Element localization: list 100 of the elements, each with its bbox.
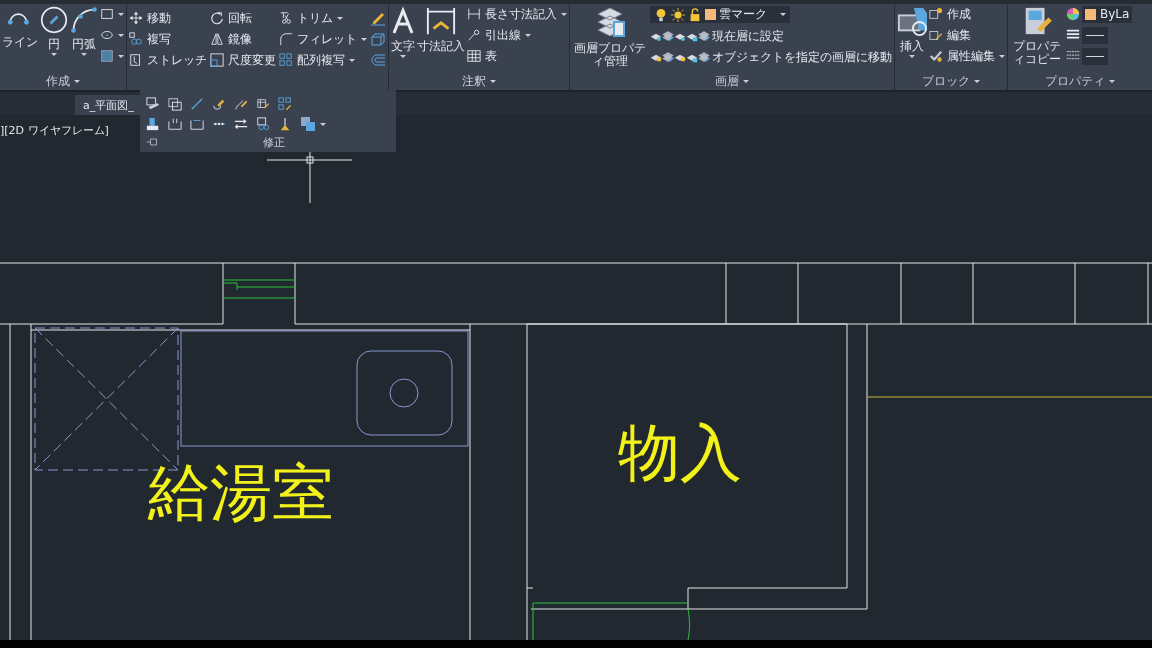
rectangle-icon xyxy=(100,7,114,21)
tool-button[interactable]: 尺度変更 xyxy=(210,52,276,68)
grid-icon xyxy=(279,53,293,67)
sun-icon xyxy=(671,7,685,22)
caret-icon xyxy=(400,55,406,58)
icon-button[interactable] xyxy=(300,116,326,132)
tool-button[interactable]: プロパティコピー xyxy=(1010,6,1064,66)
lineweight-dropdown[interactable] xyxy=(1082,26,1108,44)
brush-icon xyxy=(278,117,292,131)
layer-dropdown[interactable]: 雲マーク xyxy=(650,6,790,23)
icon-button[interactable] xyxy=(146,96,160,112)
tool-button[interactable]: 鏡像 xyxy=(210,31,276,47)
dimension-icon xyxy=(426,6,456,36)
icon-button[interactable] xyxy=(662,49,674,65)
room-label: 物入 xyxy=(618,422,742,484)
pin-icon xyxy=(146,136,158,148)
tool-button[interactable]: 円 xyxy=(40,6,68,56)
caret-icon xyxy=(743,79,749,83)
caret-icon xyxy=(51,53,57,56)
stretch-box-icon xyxy=(129,53,143,67)
icon-button[interactable] xyxy=(370,31,386,47)
icon-button[interactable] xyxy=(256,116,270,132)
bracket-icon xyxy=(190,117,204,131)
tool-button[interactable]: ストレッチ xyxy=(129,52,207,68)
tool-button[interactable]: 属性編集 xyxy=(929,48,1005,64)
tool-button[interactable]: 寸法記入 xyxy=(417,6,465,53)
icon-button[interactable] xyxy=(370,10,386,26)
tool-button[interactable]: 画層プロパティ管理 xyxy=(572,6,648,68)
tool-button[interactable]: 複写 xyxy=(129,31,207,47)
panel-title-button[interactable]: ブロック xyxy=(922,73,980,89)
tool-button[interactable]: 挿入 xyxy=(897,6,927,58)
icon-button[interactable] xyxy=(278,116,292,132)
tool-button[interactable]: オブジェクトを指定の画層に移動 xyxy=(698,49,892,65)
tool-button[interactable]: 移動 xyxy=(129,10,207,26)
layer-sheets-icon xyxy=(698,30,710,42)
tool-button[interactable]: 作成 xyxy=(929,6,1005,22)
linetype-dropdown[interactable] xyxy=(1082,47,1108,65)
ellipse-icon xyxy=(100,28,114,42)
four-arrows-icon xyxy=(129,11,143,25)
lightbulb-icon xyxy=(654,7,668,22)
block-star-icon xyxy=(929,7,943,21)
panel-title-button[interactable]: 画層 xyxy=(715,73,749,89)
caret-icon xyxy=(81,53,87,56)
icon-button[interactable] xyxy=(100,6,124,22)
panel-title-button[interactable]: プロパティ xyxy=(1045,73,1115,89)
tool-button[interactable]: 円弧 xyxy=(70,6,98,56)
linear-dimension-icon xyxy=(467,7,481,21)
color-wheel-icon xyxy=(1066,7,1080,21)
overlapping-boxes-icon xyxy=(168,97,182,111)
tool-button[interactable]: 表 xyxy=(467,48,567,64)
caret-icon xyxy=(1109,79,1115,83)
pencil-curve-icon xyxy=(234,97,248,111)
caret-icon xyxy=(320,122,326,126)
swap-arrows-icon xyxy=(234,117,248,131)
layer-sheets-icon xyxy=(698,51,710,63)
diagonal-line-icon xyxy=(190,97,204,111)
icon-button[interactable] xyxy=(168,96,182,112)
tool-button[interactable]: 長さ寸法記入 xyxy=(467,6,567,22)
cube-icon xyxy=(370,31,386,47)
caret-icon xyxy=(999,54,1005,58)
pencil-icon xyxy=(370,10,386,26)
overlapping-squares-icon xyxy=(300,116,316,132)
caret-icon xyxy=(118,54,124,58)
file-tab[interactable]: a_平面図_ xyxy=(75,95,142,115)
caret-icon xyxy=(525,33,531,37)
checkmark-icon xyxy=(929,49,943,63)
tool-button[interactable]: 回転 xyxy=(210,10,276,26)
caret-icon xyxy=(490,79,496,83)
block-pencil-icon xyxy=(929,28,943,42)
box-circles-icon xyxy=(256,117,270,131)
icon-button[interactable] xyxy=(190,96,204,112)
circle-icon xyxy=(40,6,68,34)
crosshair-cursor-icon xyxy=(266,151,353,204)
insert-block-icon xyxy=(897,6,927,36)
bracket-icon xyxy=(168,117,182,131)
offset-curves-icon xyxy=(370,52,386,68)
rounded-corner-icon xyxy=(279,32,293,46)
panel-title-button[interactable]: 作成 xyxy=(46,73,80,89)
table-icon xyxy=(467,49,481,63)
tool-button[interactable]: トリム xyxy=(279,10,367,26)
icon-button[interactable] xyxy=(662,28,674,44)
tool-button[interactable]: 文字 xyxy=(391,6,415,58)
hatch-pencil-icon xyxy=(256,97,270,111)
tool-button[interactable]: 編集 xyxy=(929,27,1005,43)
scissors-icon xyxy=(279,11,293,25)
viewport-label[interactable]: ][2D ワイヤフレーム] xyxy=(0,123,109,138)
tool-button[interactable]: ライン xyxy=(2,6,38,49)
caret-icon xyxy=(349,58,355,62)
tool-button[interactable]: フィレット xyxy=(279,31,367,47)
caret-icon xyxy=(974,79,980,83)
tool-button[interactable]: 配列複写 xyxy=(279,52,367,68)
icon-button[interactable] xyxy=(168,116,182,132)
block-sheet-icon xyxy=(146,97,160,111)
icon-button[interactable] xyxy=(146,116,160,132)
line-weight-icon xyxy=(1066,28,1080,42)
panel-title-button[interactable]: 注釈 xyxy=(462,73,496,89)
color-dropdown[interactable]: ByLa xyxy=(1082,5,1133,23)
tool-button[interactable]: 現在層に設定 xyxy=(698,28,784,44)
eraser-curve-icon xyxy=(212,97,226,111)
tool-button[interactable]: 引出線 xyxy=(467,27,567,43)
